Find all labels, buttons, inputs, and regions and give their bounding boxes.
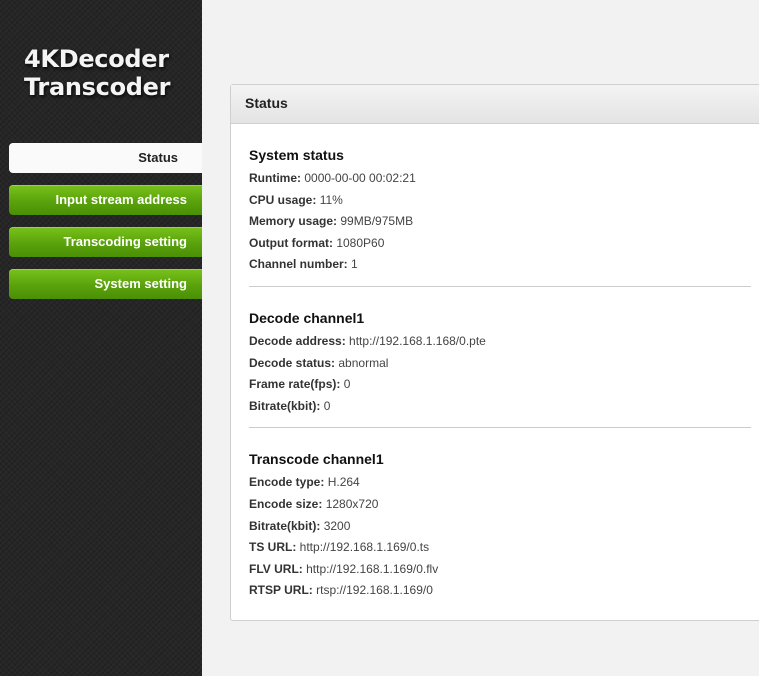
info-label: Frame rate(fps): <box>249 377 341 392</box>
panel-title: Status <box>231 85 759 124</box>
logo: 4KDecoder Transcoder <box>24 45 170 101</box>
logo-line-1: 4KDecoder <box>24 45 169 73</box>
info-row-flv-url: FLV URL: http://192.168.1.169/0.flv <box>249 559 751 581</box>
info-row-memory-usage: Memory usage: 99MB/975MB <box>249 211 751 233</box>
info-label: Encode size: <box>249 496 323 511</box>
transcode-channel-section: Transcode channel1 Encode type: H.264 En… <box>249 428 751 612</box>
decode-channel-section: Decode channel1 Decode address: http://1… <box>249 287 751 429</box>
info-row-frame-rate: Frame rate(fps): 0 <box>249 374 751 396</box>
info-value: http://192.168.1.169/0.flv <box>306 561 439 576</box>
info-value: http://192.168.1.168/0.pte <box>349 333 486 348</box>
info-value: H.264 <box>327 475 360 490</box>
info-row-encode-size: Encode size: 1280x720 <box>249 494 751 516</box>
info-value: rtsp://192.168.1.169/0 <box>316 583 433 598</box>
info-label: Bitrate(kbit): <box>249 518 321 533</box>
info-row-cpu-usage: CPU usage: 11% <box>249 190 751 212</box>
section-title: System status <box>249 147 344 163</box>
panel-body: System status Runtime: 0000-00-00 00:02:… <box>231 124 759 612</box>
info-value: 1080P60 <box>336 235 385 250</box>
info-value: 0 <box>323 398 331 413</box>
sidebar-item-status[interactable]: Status <box>9 143 202 173</box>
info-label: CPU usage: <box>249 192 317 207</box>
info-label: Encode type: <box>249 475 325 490</box>
info-row-encode-type: Encode type: H.264 <box>249 472 751 494</box>
info-value: 3200 <box>323 518 351 533</box>
info-label: FLV URL: <box>249 561 303 576</box>
sidebar-item-system-setting[interactable]: System setting <box>9 269 202 299</box>
info-row-ts-url: TS URL: http://192.168.1.169/0.ts <box>249 537 751 559</box>
page: 4KDecoder Transcoder Status Input stream… <box>0 0 759 676</box>
logo-line-2: Transcoder <box>24 73 171 101</box>
info-label: Decode status: <box>249 355 336 370</box>
sidebar-nav: Status Input stream address Transcoding … <box>9 143 202 311</box>
info-row-rtsp-url: RTSP URL: rtsp://192.168.1.169/0 <box>249 580 751 602</box>
info-value: 99MB/975MB <box>340 214 414 229</box>
section-title: Transcode channel1 <box>249 451 384 468</box>
status-panel: Status System status Runtime: 0000-00-00… <box>230 84 759 621</box>
info-value: abnormal <box>338 355 389 370</box>
info-value: 0000-00-00 00:02:21 <box>304 171 416 185</box>
info-label: Decode address: <box>249 333 346 348</box>
info-label: Memory usage: <box>249 214 338 229</box>
sidebar: 4KDecoder Transcoder Status Input stream… <box>0 0 202 676</box>
info-row-runtime: Runtime: 0000-00-00 00:02:21 <box>249 168 751 190</box>
info-row-output-format: Output format: 1080P60 <box>249 233 751 255</box>
info-value: 1280x720 <box>325 496 379 511</box>
info-row-bitrate: Bitrate(kbit): 3200 <box>249 516 751 538</box>
system-status-section: System status Runtime: 0000-00-00 00:02:… <box>249 124 751 287</box>
info-label: TS URL: <box>249 540 297 555</box>
info-row-decode-status: Decode status: abnormal <box>249 353 751 375</box>
info-label: Channel number: <box>249 257 348 272</box>
info-row-channel-number: Channel number: 1 <box>249 254 751 276</box>
section-title: Decode channel1 <box>249 309 365 326</box>
info-label: Output format: <box>249 235 333 250</box>
sidebar-item-input-stream-address[interactable]: Input stream address <box>9 185 202 215</box>
info-label: Runtime: <box>249 171 301 185</box>
info-value: http://192.168.1.169/0.ts <box>299 540 430 555</box>
info-row-decode-address: Decode address: http://192.168.1.168/0.p… <box>249 331 751 353</box>
info-value: 1 <box>351 257 358 272</box>
info-label: RTSP URL: <box>249 583 313 598</box>
info-row-bitrate: Bitrate(kbit): 0 <box>249 396 751 418</box>
sidebar-item-transcoding-setting[interactable]: Transcoding setting <box>9 227 202 257</box>
info-value: 0 <box>343 377 351 392</box>
info-label: Bitrate(kbit): <box>249 398 321 413</box>
info-value: 11% <box>319 192 343 207</box>
